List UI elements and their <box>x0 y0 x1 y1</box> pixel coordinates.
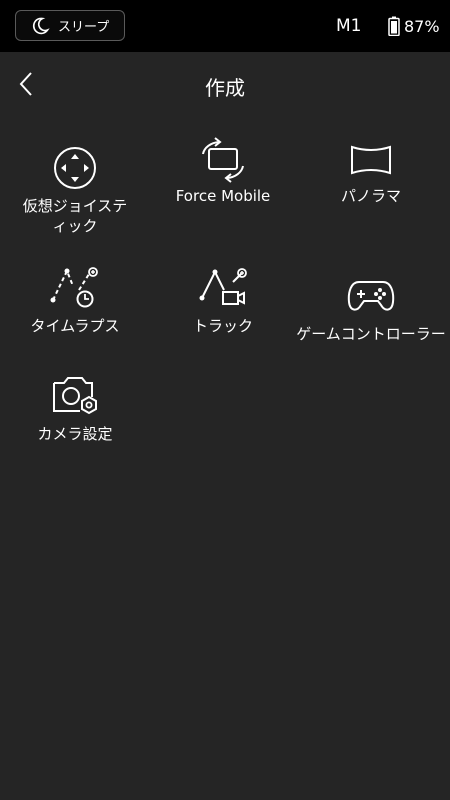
menu-item-timelapse[interactable]: タイムラプス <box>0 266 150 336</box>
menu-item-label: ゲームコントローラー <box>296 325 446 343</box>
header: 作成 <box>0 52 450 114</box>
page-title: 作成 <box>205 76 245 100</box>
menu-item-track[interactable]: トラック <box>148 266 298 336</box>
menu-item-label: トラック <box>192 317 253 335</box>
sleep-label: スリープ <box>58 20 110 35</box>
menu-item-label: タイムラプス <box>30 317 120 335</box>
gamepad-icon <box>347 281 395 311</box>
moon-icon <box>32 17 50 34</box>
timelapse-icon <box>50 267 98 308</box>
device-name: M1 <box>336 16 362 36</box>
menu-item-label: 仮想ジョイスティック <box>22 197 128 235</box>
battery-indicator: 87% <box>388 16 440 36</box>
menu-item-game-controller[interactable]: ゲームコントローラー <box>296 274 446 344</box>
panorama-icon <box>351 145 391 175</box>
camera-settings-icon <box>53 377 97 415</box>
joystick-icon <box>54 147 96 189</box>
menu-item-label: パノラマ <box>340 187 401 205</box>
menu-item-label: カメラ設定 <box>37 425 113 443</box>
rotate-phone-icon <box>202 137 244 183</box>
sleep-button[interactable]: スリープ <box>15 10 125 41</box>
status-bar: スリープ M1 87% <box>0 0 450 52</box>
menu-item-force-mobile[interactable]: Force Mobile <box>148 137 298 206</box>
battery-icon <box>388 16 400 36</box>
menu-item-label: Force Mobile <box>175 187 271 205</box>
menu-item-camera-settings[interactable]: カメラ設定 <box>0 374 150 444</box>
menu-item-joystick[interactable]: 仮想ジョイスティック <box>0 146 150 236</box>
menu-item-panorama[interactable]: パノラマ <box>296 138 446 206</box>
battery-percent: 87% <box>404 16 440 36</box>
track-icon <box>199 268 247 305</box>
